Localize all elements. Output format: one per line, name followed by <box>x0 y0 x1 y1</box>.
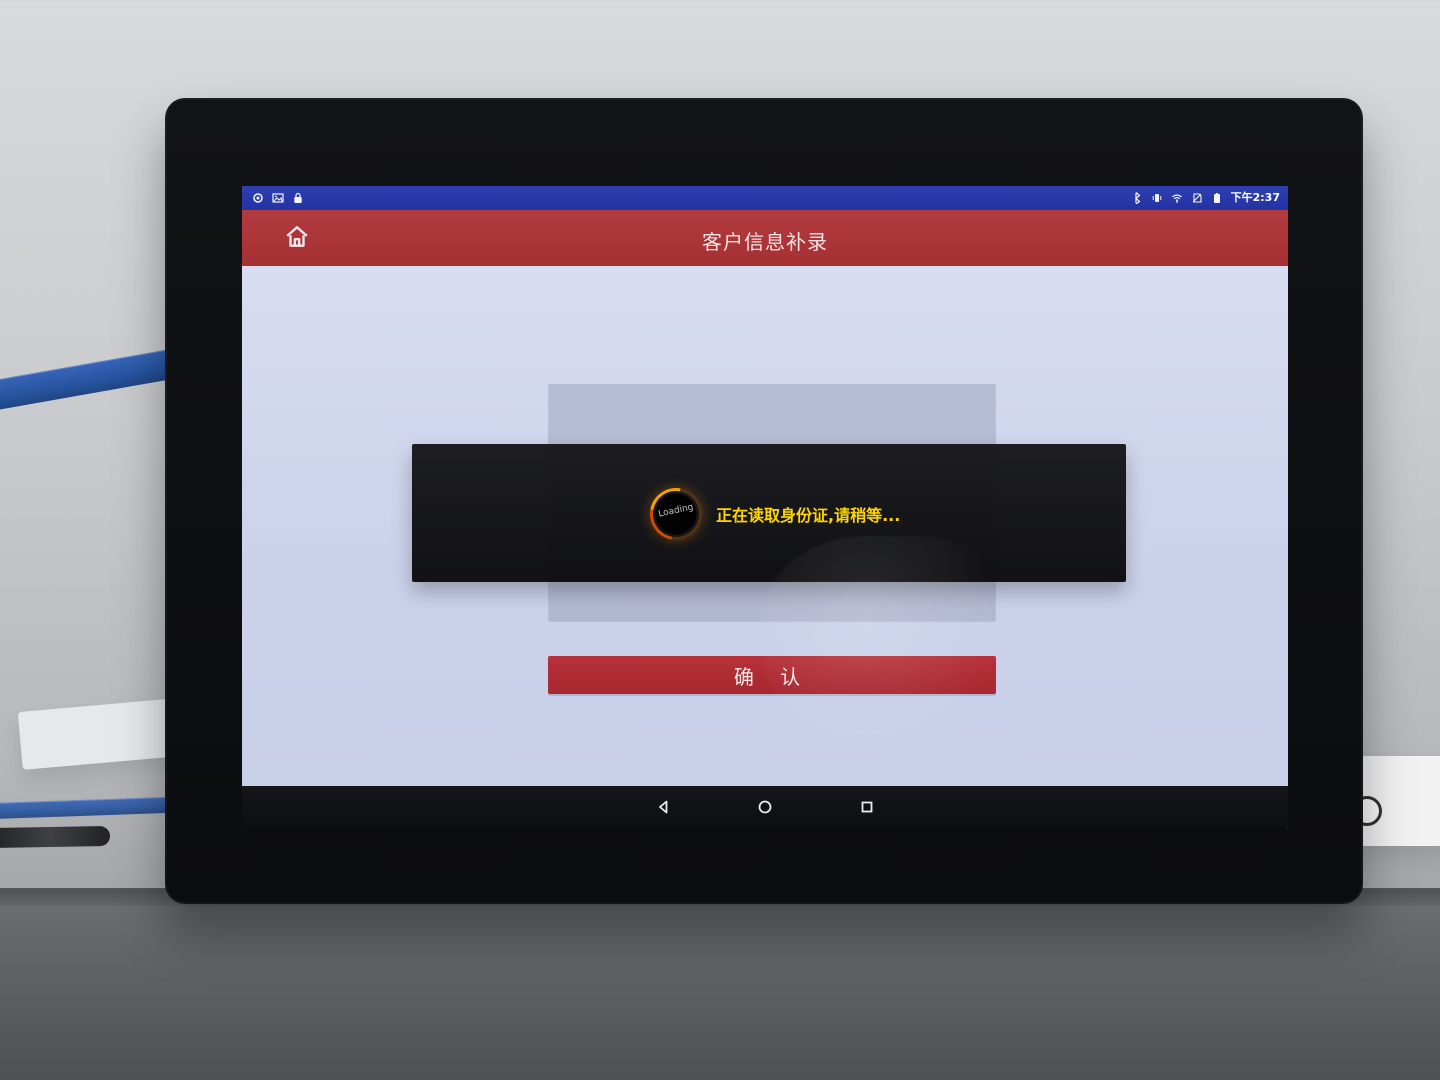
status-right-icons: 下午2:37 <box>1131 186 1280 210</box>
battery-icon <box>1211 192 1223 204</box>
status-bar: 下午2:37 <box>242 186 1288 210</box>
confirm-button[interactable]: 确 认 <box>548 656 996 694</box>
circle-home-icon[interactable] <box>754 796 776 818</box>
paper <box>17 698 183 770</box>
wifi-icon <box>1171 192 1183 204</box>
content-area: Loading 正在读取身份证,请稍等... 确 认 <box>242 266 1288 810</box>
desk-surface <box>0 890 1440 1080</box>
app-bar: 客户信息补录 <box>242 210 1288 266</box>
no-sim-icon <box>1191 192 1203 204</box>
bluetooth-icon <box>1131 192 1143 204</box>
loading-dialog: Loading 正在读取身份证,请稍等... <box>412 444 1126 582</box>
lock-icon <box>292 192 304 204</box>
blue-cable <box>0 346 191 416</box>
tablet-screen: 下午2:37 客户信息补录 Loading 正在读取身份证,请稍等... 确 认 <box>242 186 1288 828</box>
image-icon <box>272 192 284 204</box>
navigation-bar <box>242 786 1288 828</box>
back-icon[interactable] <box>652 796 674 818</box>
desk-items-left <box>0 698 183 875</box>
loading-message: 正在读取身份证,请稍等... <box>716 506 901 525</box>
settings-icon <box>252 192 264 204</box>
recents-icon[interactable] <box>856 796 878 818</box>
pen <box>0 825 111 849</box>
loading-spinner-icon: Loading <box>650 488 702 540</box>
vibrate-icon <box>1151 192 1163 204</box>
page-title: 客户信息补录 <box>702 230 828 254</box>
loading-row: Loading 正在读取身份证,请稍等... <box>650 488 900 540</box>
status-time: 下午2:37 <box>1230 191 1280 204</box>
spinner-label: Loading <box>657 502 695 520</box>
status-left-icons <box>252 186 304 210</box>
